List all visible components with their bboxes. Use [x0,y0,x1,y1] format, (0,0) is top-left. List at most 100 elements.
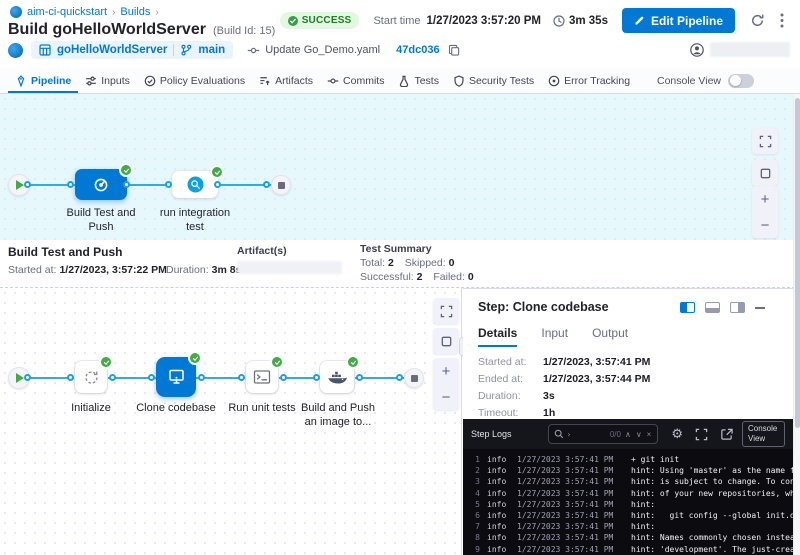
step-node-clone-codebase[interactable] [156,357,196,397]
zoom-out-button[interactable]: − [752,212,778,238]
console-title: Step Logs [471,429,516,440]
redacted-user-email [710,42,790,57]
total-duration: 3m 35s [569,15,608,27]
play-icon [16,180,24,190]
step-node-label[interactable]: Clone codebase [129,401,223,415]
tab-label: Inputs [101,75,130,87]
log-settings-gear-icon[interactable]: ⚙ [671,428,683,441]
tab-label: Policy Evaluations [160,75,245,87]
log-line: 9info1/27/2023 3:57:41 PMhint: 'developm… [468,544,793,555]
stage-node-build-test-and-push[interactable] [75,169,127,200]
tab-input[interactable]: Input [541,326,568,347]
build-tabbar: Pipeline Inputs Policy Evaluations Artif… [0,68,800,94]
console-view-button[interactable]: Console View [742,421,785,448]
start-time-label: Start time [373,15,420,27]
step-graph-canvas[interactable]: Initialize Clone codebase Run unit tests… [0,288,462,555]
initialize-icon [83,369,100,386]
log-body[interactable]: 1info1/27/2023 3:57:41 PM+ git init 2inf… [463,449,793,555]
stage-node-run-integration-test[interactable] [172,171,218,198]
log-fullscreen-icon[interactable] [695,428,708,441]
layout-right-icon[interactable] [730,302,745,313]
stage-canvas-fit-button[interactable] [752,160,778,186]
zoom-in-button[interactable]: + [752,186,778,212]
terminal-icon [253,369,271,385]
step-node-initialize[interactable] [75,361,107,393]
success-badge-icon [270,355,284,369]
stage-graph-canvas[interactable]: Build Test and Push run integration test… [0,94,800,240]
tab-policy-evaluations[interactable]: Policy Evaluations [137,68,252,93]
refresh-button[interactable] [750,13,765,28]
commit-icon [247,44,260,57]
stage-canvas-fullscreen-button[interactable] [752,128,778,154]
status-badge: SUCCESS [280,12,360,29]
pencil-icon [634,15,645,26]
connector-dot [24,181,31,188]
commit-sha-link[interactable]: 47dc036 [396,44,439,56]
search-clear-button[interactable]: × [646,430,653,439]
error-tracking-icon [548,75,560,87]
tab-label: Pipeline [31,75,71,87]
zoom-in-button[interactable]: + [433,358,459,384]
breadcrumb-builds-link[interactable]: Builds [120,6,150,18]
search-next-button[interactable]: ∨ [635,430,643,439]
tab-artifacts[interactable]: Artifacts [252,68,320,93]
step-canvas-fit-button[interactable] [433,328,459,354]
step-node-run-unit-tests[interactable] [246,361,278,393]
tab-security-tests[interactable]: Security Tests [446,68,541,93]
tab-commits[interactable]: Commits [320,68,391,93]
tab-error-tracking[interactable]: Error Tracking [541,68,637,93]
test-summary-heading: Test Summary [360,243,432,255]
stage-node-label[interactable]: Build Test and Push [61,206,141,235]
step-node-build-and-push[interactable] [320,361,354,393]
connector-dot [123,181,130,188]
tab-output[interactable]: Output [592,326,628,347]
step-logs-console: Step Logs › 0/0 ∧ ∨ × ⚙ Console View 1in… [463,419,793,555]
connector-dot [67,374,74,381]
scrollbar-thumb[interactable] [795,98,800,428]
console-view-label: Console View [657,75,721,87]
stage-info-title: Build Test and Push [8,245,122,259]
console-view-toggle: Console View [657,68,754,93]
success-badge-icon [119,163,133,177]
console-view-switch[interactable] [728,74,754,88]
search-caret: › [567,430,572,439]
artifacts-label: Artifact(s) [237,245,287,257]
connector-dot [263,181,270,188]
step-detail-rows: Started at:1/27/2023, 3:57:41 PM Ended a… [478,356,650,419]
search-prev-button[interactable]: ∧ [624,430,632,439]
page-scrollbar[interactable] [793,94,800,555]
test-summary-line-2: Successful: 2 Failed: 0 [360,271,482,283]
tab-inputs[interactable]: Inputs [78,68,137,93]
tab-details[interactable]: Details [478,326,517,347]
layout-bottom-icon[interactable] [705,302,720,313]
pipeline-pill[interactable]: goHelloWorldServer main [31,41,233,59]
log-line: 7info1/27/2023 3:57:41 PMhint: [468,521,793,532]
artifacts-icon [259,75,271,87]
zoom-out-button[interactable]: − [433,384,459,410]
tab-tests[interactable]: Tests [391,68,446,93]
success-badge-icon [210,165,224,179]
more-options-button[interactable] [780,13,784,28]
layout-split-left-icon[interactable] [680,302,695,313]
edit-pipeline-label: Edit Pipeline [651,14,723,28]
copy-icon[interactable] [448,44,460,56]
edit-pipeline-button[interactable]: Edit Pipeline [622,8,735,33]
log-search-input[interactable]: › 0/0 ∧ ∨ × [548,424,659,444]
test-summary-line-1: Total: 2 Skipped: 0 [360,257,462,269]
stage-node-label[interactable]: run integration test [157,206,233,235]
minimize-panel-icon[interactable] [755,307,765,309]
step-node-label[interactable]: Build and Push an image to... [294,401,382,430]
breadcrumb-project-link[interactable]: aim-ci-quickstart [27,6,107,18]
success-badge-icon [188,351,202,365]
log-line: 1info1/27/2023 3:57:41 PM+ git init [468,454,793,465]
open-external-icon[interactable] [720,428,733,441]
status-badge-label: SUCCESS [302,15,352,26]
step-canvas-fullscreen-button[interactable] [433,298,459,324]
detail-row-started-at: Started at:1/27/2023, 3:57:41 PM [478,356,650,368]
redacted-artifact-value [237,261,342,274]
step-node-label[interactable]: Initialize [55,401,127,415]
tab-pipeline[interactable]: Pipeline [8,68,78,93]
integration-test-icon [187,176,204,193]
kebab-menu-icon [780,13,784,28]
stop-icon [278,182,285,189]
